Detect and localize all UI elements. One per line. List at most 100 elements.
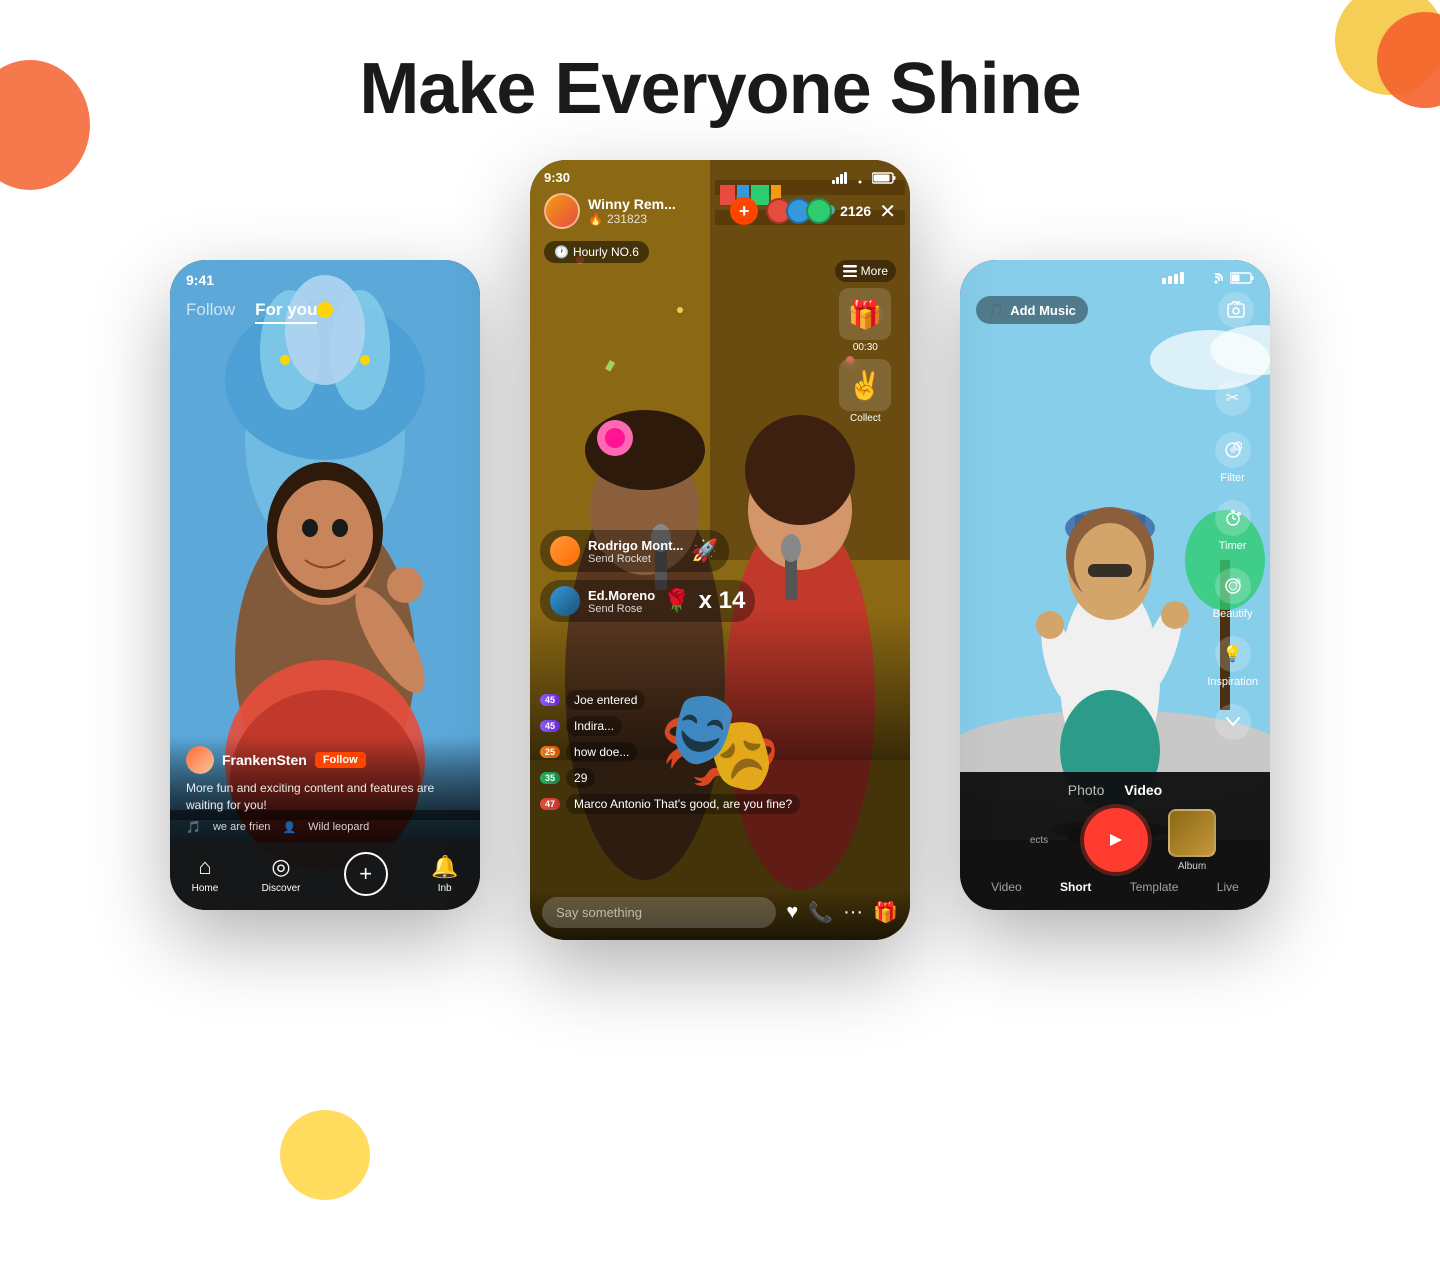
chat-level-4: 35 bbox=[540, 772, 560, 784]
left-person-icon: 👤 bbox=[282, 821, 296, 834]
right-tools-panel: ✂ Filter bbox=[1207, 380, 1258, 740]
left-nav: Follow For you bbox=[186, 296, 464, 328]
center-follow-plus[interactable]: + bbox=[730, 197, 758, 225]
hourly-badge: 🕐 Hourly NO.6 bbox=[544, 241, 649, 263]
center-header: 9:30 bbox=[530, 160, 910, 263]
chat-text-2: Indira... bbox=[566, 716, 622, 736]
clock-icon: 🕐 bbox=[554, 245, 569, 259]
gift-notif-1: Rodrigo Mont... Send Rocket 🚀 bbox=[540, 530, 729, 572]
left-music2: Wild leopard bbox=[308, 821, 369, 833]
left-status-bar: 9:41 bbox=[186, 272, 464, 288]
right-phone-screen: 🎵 Add Music ✂ bbox=[960, 260, 1270, 910]
left-tab-discover[interactable]: ◎ Discover bbox=[262, 854, 301, 894]
center-status-icons bbox=[832, 172, 896, 184]
center-input-row: Say something ♥ 📞 ··· 🎁 bbox=[542, 897, 898, 928]
chat-msg-3: 25 how doe... bbox=[540, 742, 900, 762]
right-capture-row: ects Album bbox=[972, 808, 1258, 872]
left-tab-add[interactable]: + bbox=[344, 852, 388, 896]
collect-icon: ✌️ bbox=[839, 359, 891, 411]
left-tab-discover-label: Discover bbox=[262, 883, 301, 894]
heart-icon[interactable]: ♥ bbox=[786, 901, 798, 924]
right-tab-video[interactable]: Video bbox=[991, 880, 1021, 894]
right-tool-more[interactable] bbox=[1215, 704, 1251, 740]
effects-placeholder: ects bbox=[1014, 835, 1064, 846]
hourly-text: Hourly NO.6 bbox=[573, 245, 639, 259]
chat-msg-5: 47 Marco Antonio That's good, are you fi… bbox=[540, 794, 900, 814]
center-gift-box[interactable]: 🎁 00:30 bbox=[835, 288, 896, 353]
close-button[interactable]: ✕ bbox=[879, 199, 896, 224]
dots-icon[interactable]: ··· bbox=[843, 901, 863, 924]
effects-label: ects bbox=[1014, 835, 1064, 846]
right-status-bar bbox=[976, 272, 1254, 284]
album-box[interactable]: Album bbox=[1168, 809, 1216, 872]
right-tab-template[interactable]: Template bbox=[1130, 880, 1179, 894]
center-streamer-avatar bbox=[544, 193, 580, 229]
left-desc-text: More fun and exciting content and featur… bbox=[186, 780, 464, 814]
more-button[interactable]: More bbox=[835, 260, 896, 282]
capture-button[interactable] bbox=[1084, 808, 1148, 872]
beautify-label: Beautify bbox=[1213, 608, 1253, 620]
center-streamer-id: 231823 bbox=[607, 212, 647, 226]
add-music-label: Add Music bbox=[1010, 303, 1076, 318]
left-username-row: FrankenSten Follow bbox=[186, 746, 464, 774]
left-nav-follow[interactable]: Follow bbox=[186, 300, 235, 324]
gift-notifications: Rodrigo Mont... Send Rocket 🚀 Ed.Moreno … bbox=[540, 530, 900, 630]
right-tool-beautify[interactable]: Beautify bbox=[1213, 568, 1253, 620]
right-header: 🎵 Add Music bbox=[960, 260, 1270, 328]
inbox-icon: 🔔 bbox=[431, 854, 458, 880]
chat-msg-4: 35 29 bbox=[540, 768, 900, 788]
gift-sender-2-action: Send Rose bbox=[588, 603, 655, 615]
rocket-emoji: 🚀 bbox=[691, 538, 718, 564]
center-phone-screen: 9:30 bbox=[530, 160, 910, 940]
right-tab-short[interactable]: Short bbox=[1060, 880, 1091, 894]
phone-icon[interactable]: 📞 bbox=[808, 900, 833, 925]
chat-placeholder: Say something bbox=[556, 905, 642, 920]
viewer-avatars bbox=[766, 198, 832, 224]
rose-count: x 14 bbox=[699, 587, 746, 615]
center-chat-input[interactable]: Say something bbox=[542, 897, 776, 928]
music-note-icon: 🎵 bbox=[186, 820, 201, 834]
chat-text-5: Marco Antonio That's good, are you fine? bbox=[566, 794, 800, 814]
left-follow-badge[interactable]: Follow bbox=[315, 752, 366, 768]
right-tool-timer[interactable]: 3 Timer bbox=[1215, 500, 1251, 552]
chat-msg-1: 45 Joe entered bbox=[540, 690, 900, 710]
gift-sender-1-action: Send Rocket bbox=[588, 553, 683, 565]
phone-left: 9:41 Follow For you FrankenSten Follow M… bbox=[170, 260, 480, 910]
chat-level-1: 45 bbox=[540, 694, 560, 706]
viewer-av-3 bbox=[806, 198, 832, 224]
filter-icon bbox=[1215, 432, 1251, 468]
gift-icon: 🎁 bbox=[839, 288, 891, 340]
center-collect-box[interactable]: ✌️ Collect bbox=[835, 359, 896, 424]
add-music-button[interactable]: 🎵 Add Music bbox=[976, 296, 1088, 324]
gift-bottom-icon[interactable]: 🎁 bbox=[873, 900, 898, 925]
center-streamer-name: Winny Rem... bbox=[588, 196, 676, 212]
add-icon[interactable]: + bbox=[344, 852, 388, 896]
left-music1: we are frien bbox=[213, 821, 270, 833]
photo-button[interactable]: Photo bbox=[1068, 782, 1105, 798]
chat-level-2: 45 bbox=[540, 720, 560, 732]
chat-text-4: 29 bbox=[566, 768, 595, 788]
left-header: 9:41 Follow For you bbox=[170, 260, 480, 328]
right-tool-filter[interactable]: Filter bbox=[1215, 432, 1251, 484]
chevron-down-icon bbox=[1215, 704, 1251, 740]
right-top-controls: 🎵 Add Music bbox=[976, 292, 1254, 328]
chat-level-5: 47 bbox=[540, 798, 560, 810]
right-bottom-bar: Photo Video ects Album bbox=[960, 772, 1270, 910]
center-status-bar: 9:30 bbox=[544, 170, 896, 185]
home-icon: ⌂ bbox=[198, 854, 211, 880]
left-tab-inbox-label: Inb bbox=[438, 883, 452, 894]
right-tool-scissors[interactable]: ✂ bbox=[1215, 380, 1251, 416]
camera-flip-button[interactable] bbox=[1218, 292, 1254, 328]
rose-emoji: 🌹 bbox=[663, 588, 690, 614]
left-tabbar: ⌂ Home ◎ Discover + 🔔 Inb bbox=[170, 842, 480, 910]
right-photo-video-row: Photo Video bbox=[972, 782, 1258, 798]
video-button-active[interactable]: Video bbox=[1124, 782, 1162, 798]
right-tool-inspiration[interactable]: 💡 Inspiration bbox=[1207, 636, 1258, 688]
chat-level-3: 25 bbox=[540, 746, 560, 758]
left-nav-foryou[interactable]: For you bbox=[255, 300, 317, 324]
left-tab-inbox[interactable]: 🔔 Inb bbox=[431, 854, 458, 894]
left-phone-screen: 9:41 Follow For you FrankenSten Follow M… bbox=[170, 260, 480, 910]
left-tab-home[interactable]: ⌂ Home bbox=[192, 854, 219, 894]
chat-msg-2: 45 Indira... bbox=[540, 716, 900, 736]
right-tab-live[interactable]: Live bbox=[1217, 880, 1239, 894]
